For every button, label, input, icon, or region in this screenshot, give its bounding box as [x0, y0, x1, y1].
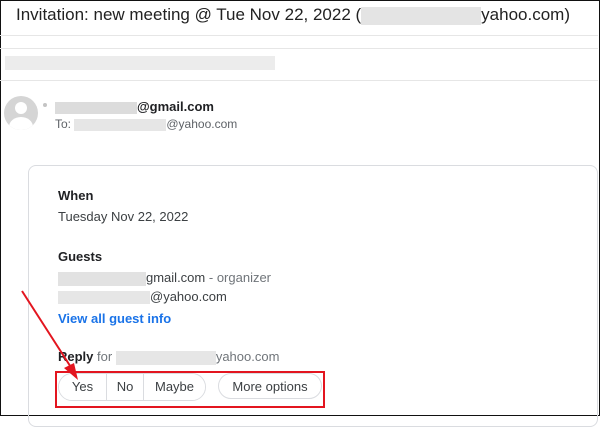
sender-email[interactable]: @gmail.com: [55, 99, 214, 114]
redacted-reply-email: [115, 350, 216, 365]
guest-item: @yahoo.com: [58, 289, 227, 305]
reply-line: Reply for yahoo.com: [58, 349, 280, 365]
divider: [0, 35, 598, 36]
avatar[interactable]: [4, 96, 38, 130]
rsvp-no-button[interactable]: No: [106, 374, 143, 400]
more-options-button[interactable]: More options: [218, 373, 322, 399]
redacted-email: [361, 6, 482, 25]
when-value: Tuesday Nov 22, 2022: [58, 209, 189, 224]
email-subject: Invitation: new meeting @ Tue Nov 22, 20…: [16, 5, 570, 25]
redacted-guest: [58, 291, 150, 305]
redacted-preview: [5, 56, 275, 70]
divider: [0, 80, 598, 81]
when-label: When: [58, 188, 94, 203]
guests-label: Guests: [58, 249, 103, 264]
redacted-sender: [55, 101, 137, 114]
guest-organizer: gmail.com - organizer: [58, 270, 271, 286]
rsvp-button-group: Yes No Maybe: [58, 373, 206, 401]
recipient-line[interactable]: To: @yahoo.com: [55, 117, 237, 131]
view-all-guest-info-link[interactable]: View all guest info: [58, 311, 171, 326]
rsvp-maybe-button[interactable]: Maybe: [143, 374, 205, 400]
status-dot: [43, 103, 47, 107]
divider: [0, 48, 598, 49]
person-icon: [15, 102, 27, 114]
redacted-organizer: [58, 271, 146, 286]
rsvp-yes-button[interactable]: Yes: [59, 374, 106, 400]
redacted-recipient: [74, 118, 167, 131]
person-icon-body: [9, 117, 33, 130]
